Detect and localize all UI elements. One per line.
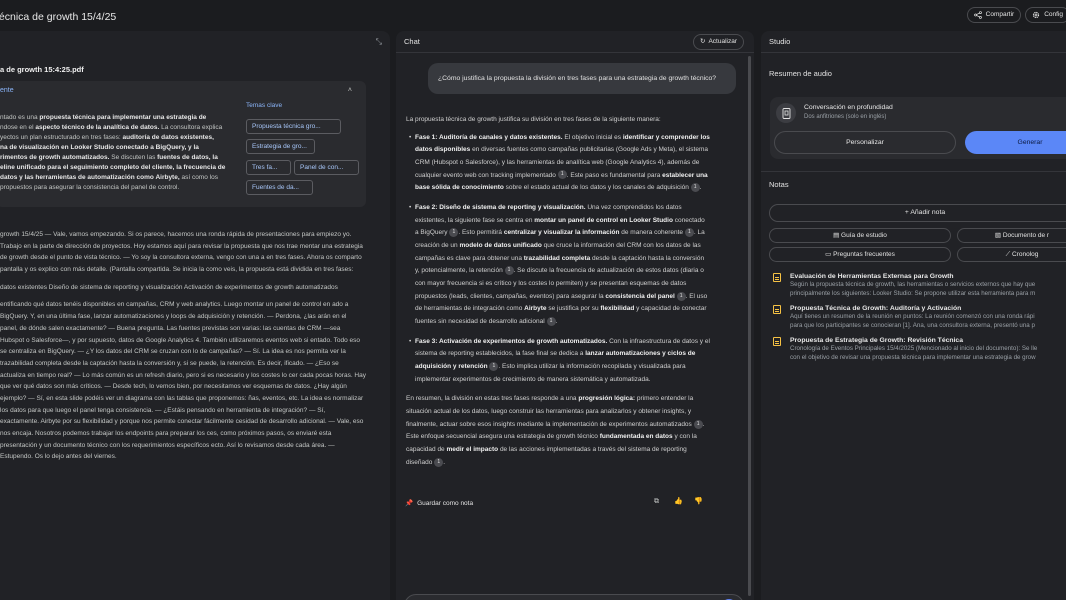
- refresh-button[interactable]: ↻ Actualizar: [693, 34, 744, 50]
- answer-phase: Fase 1: Auditoría de canales y datos exi…: [409, 132, 710, 195]
- audio-name: Conversación en profundidad: [804, 104, 893, 111]
- chat-input[interactable]: [404, 594, 744, 600]
- timeline-label: Cronolog: [1011, 251, 1039, 258]
- chat-scrollbar[interactable]: [748, 56, 751, 596]
- studio-panel: Studio Resumen de audio Conversación en …: [761, 31, 1066, 600]
- source-document-title: a de growth 15:4:25.pdf: [0, 65, 84, 74]
- source-panel: ⤡ a de growth 15:4:25.pdf ente ˄ ntado e…: [0, 31, 390, 600]
- share-button[interactable]: Compartir: [966, 7, 1022, 23]
- copy-icon[interactable]: ⧉: [654, 497, 664, 507]
- audio-overview-card: Conversación en profundidad Dos anfitrio…: [770, 97, 1066, 159]
- note-icon: [773, 337, 781, 346]
- faq-button[interactable]: ▭ Preguntas frecuentes: [769, 247, 951, 262]
- generate-button[interactable]: Generar: [965, 131, 1066, 154]
- note-preview: Según la propuesta técnica de growth, la…: [790, 281, 1036, 297]
- source-guide-summary: ntado es una propuesta técnica para impl…: [0, 114, 226, 192]
- audio-summary-title: Resumen de audio: [769, 69, 832, 78]
- answer-phase-list: Fase 1: Auditoría de canales y datos exi…: [406, 132, 710, 387]
- refresh-icon: ↻: [700, 37, 706, 45]
- add-note-label: Añadir nota: [910, 209, 946, 216]
- source-guide: ente ˄ ntado es una propuesta técnica pa…: [0, 81, 366, 207]
- document-icon: ▧: [994, 232, 1003, 239]
- save-as-note-label: Guardar como nota: [417, 500, 474, 508]
- settings-button[interactable]: Config: [1025, 7, 1066, 23]
- briefing-doc-label: Documento de r: [1002, 232, 1050, 239]
- note-icon: [773, 305, 781, 314]
- share-icon: [973, 11, 982, 19]
- answer-conclusion: En resumen, la división en estas tres fa…: [406, 395, 705, 467]
- topic-chip[interactable]: Estrategia de gro...: [246, 139, 315, 154]
- key-topics-title: Temas clave: [246, 102, 283, 109]
- source-paragraph: datos existentes Diseño de sistema de re…: [0, 283, 338, 291]
- note-preview: Aquí tienes un resumen de la reunión en …: [790, 313, 1035, 329]
- response-actions: ⧉ 👍 👎: [654, 497, 704, 507]
- topic-chip[interactable]: Fuentes de da...: [246, 180, 313, 195]
- top-bar: técnica de growth 15/4/25 Compartir Conf…: [0, 0, 1066, 30]
- note-icon: [773, 273, 781, 282]
- faq-icon: ▭: [825, 251, 834, 258]
- pin-icon: 📌: [405, 500, 414, 508]
- study-guide-icon: ▤: [833, 232, 842, 239]
- faq-label: Preguntas frecuentes: [833, 251, 895, 258]
- chat-title: Chat: [404, 36, 420, 46]
- briefing-doc-button[interactable]: ▧ Documento de r: [957, 228, 1066, 243]
- save-as-note-button[interactable]: 📌 Guardar como nota: [405, 497, 473, 512]
- answer-phase: Fase 3: Activación de experimentos de gr…: [409, 336, 710, 387]
- customize-button[interactable]: Personalizar: [774, 131, 956, 154]
- source-paragraph: entificando qué datos tenéis disponibles…: [0, 301, 366, 461]
- user-question: ¿Cómo justifica la propuesta la división…: [428, 63, 736, 94]
- study-guide-label: Guía de estudio: [841, 232, 887, 239]
- audio-icon: [776, 103, 796, 123]
- notes-title: Notas: [769, 180, 789, 189]
- top-actions: Compartir Config: [966, 7, 1066, 23]
- assistant-answer: La propuesta técnica de growth justifica…: [406, 114, 710, 474]
- gear-icon: [1033, 11, 1040, 19]
- topic-chip[interactable]: Tres fa...: [246, 160, 291, 175]
- thumbs-down-icon[interactable]: 👎: [694, 497, 704, 507]
- answer-intro: La propuesta técnica de growth justifica…: [406, 116, 661, 123]
- section-divider: [761, 171, 1066, 172]
- source-paragraph: growth 15/4/25 — Vale, vamos empezando. …: [0, 231, 363, 274]
- source-guide-heading[interactable]: ente: [0, 86, 14, 97]
- studio-header: Studio: [761, 31, 1066, 53]
- audio-subtitle: Dos anfitriones (solo en inglés): [804, 114, 887, 120]
- answer-phase: Fase 2: Diseño de sistema de reporting y…: [409, 202, 710, 329]
- add-note-button[interactable]: + Añadir nota: [769, 204, 1066, 222]
- settings-label: Config: [1044, 10, 1063, 18]
- study-guide-button[interactable]: ▤ Guía de estudio: [769, 228, 951, 243]
- chevron-up-icon[interactable]: ˄: [348, 86, 352, 97]
- collapse-panel-icon[interactable]: ⤡: [376, 36, 382, 48]
- thumbs-up-icon[interactable]: 👍: [674, 497, 684, 507]
- topic-chip[interactable]: Panel de con...: [294, 160, 359, 175]
- chat-header: Chat ↻ Actualizar: [396, 31, 754, 53]
- notebook-title[interactable]: técnica de growth 15/4/25: [0, 9, 116, 25]
- source-content: growth 15/4/25 — Vale, vamos empezando. …: [0, 229, 366, 469]
- share-label: Compartir: [985, 10, 1015, 18]
- refresh-label: Actualizar: [708, 37, 737, 45]
- topic-chip[interactable]: Propuesta técnica gro...: [246, 119, 341, 134]
- note-preview: Cronología de Eventos Principales 15/4/2…: [790, 345, 1038, 361]
- timeline-button[interactable]: ⟋ Cronolog: [957, 247, 1066, 262]
- chat-panel: Chat ↻ Actualizar ¿Cómo justifica la pro…: [396, 31, 754, 600]
- studio-title: Studio: [769, 36, 791, 46]
